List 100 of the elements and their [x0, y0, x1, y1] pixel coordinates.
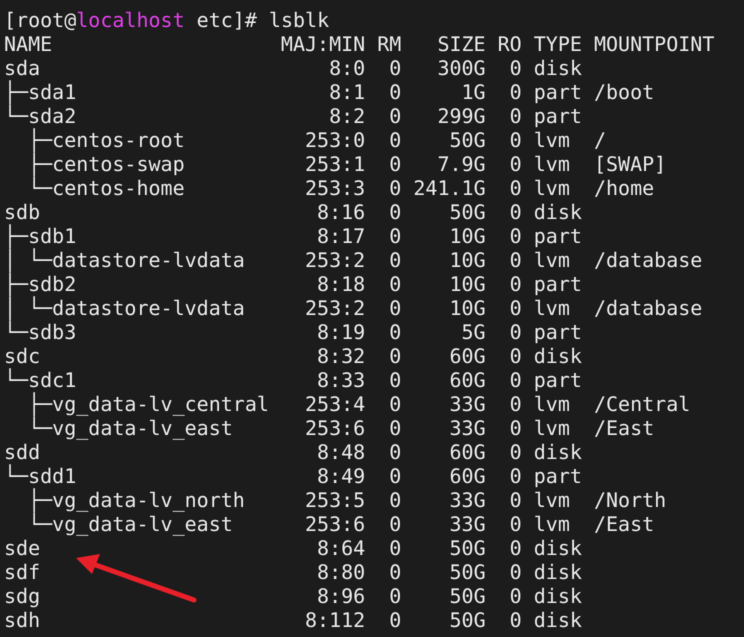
size-cell: 60G — [449, 464, 486, 488]
type-cell: disk — [534, 440, 582, 464]
maj-min-cell: 8:80 — [317, 560, 366, 584]
mountpoint-cell: /database — [594, 296, 702, 320]
size-cell: 299G — [437, 104, 486, 128]
ro-cell: 0 — [510, 152, 522, 176]
device-name-cell: sdc — [4, 344, 40, 368]
maj-min-cell: 8:48 — [317, 440, 366, 464]
device-name-cell: ├─sdb1 — [4, 224, 76, 248]
maj-min-cell: 253:0 — [305, 128, 366, 152]
device-name-cell-text: ├─vg_data-lv_central — [27, 392, 269, 416]
type-cell: lvm — [534, 248, 570, 272]
size-cell: 50G — [449, 608, 486, 632]
type-cell: disk — [534, 608, 582, 632]
maj-min-cell: 8:112 — [305, 608, 366, 632]
rm-cell: 0 — [389, 440, 402, 464]
size-cell: 10G — [449, 272, 486, 296]
size-cell: 7.9G — [437, 152, 486, 176]
rm-cell: 0 — [389, 584, 402, 608]
maj-min-cell: 8:1 — [329, 80, 366, 104]
type-cell: part — [534, 320, 582, 344]
device-name-cell: └─sdd1 — [4, 464, 76, 488]
maj-min-cell: 253:2 — [305, 296, 366, 320]
size-cell: 5G — [462, 320, 486, 344]
size-cell: 60G — [449, 368, 486, 392]
mountpoint-cell: /East — [594, 416, 654, 440]
maj-min-cell: 8:33 — [317, 368, 366, 392]
size-cell: 33G — [449, 488, 486, 512]
ro-cell: 0 — [510, 104, 522, 128]
type-cell: part — [534, 80, 582, 104]
type-cell: disk — [534, 536, 582, 560]
rm-cell: 0 — [389, 200, 402, 224]
size-cell: 10G — [449, 296, 486, 320]
device-name-cell: └─sda2 — [4, 104, 76, 128]
ro-cell: 0 — [510, 368, 522, 392]
maj-min-cell: 253:4 — [305, 392, 366, 416]
maj-min-cell: 253:6 — [305, 512, 366, 536]
ro-cell: 0 — [510, 80, 522, 104]
type-cell: part — [534, 464, 582, 488]
type-cell: disk — [534, 56, 582, 80]
type-cell: lvm — [534, 392, 570, 416]
device-name-cell-text: ├─centos-swap — [27, 152, 185, 176]
type-cell: part — [534, 224, 582, 248]
ro-cell: 0 — [510, 296, 522, 320]
ro-cell: 0 — [510, 536, 522, 560]
rm-cell: 0 — [389, 104, 402, 128]
size-cell: 10G — [449, 224, 486, 248]
rm-cell: 0 — [389, 392, 402, 416]
size-cell: 10G — [449, 248, 486, 272]
device-name-cell: sdb — [4, 200, 40, 224]
device-name-cell-text: └─vg_data-lv_east — [27, 512, 233, 536]
ro-cell: 0 — [510, 128, 522, 152]
ro-cell: 0 — [510, 512, 522, 536]
mountpoint-cell: /boot — [594, 80, 654, 104]
column-header: RM — [377, 32, 402, 56]
type-cell: lvm — [534, 296, 570, 320]
type-cell: lvm — [534, 128, 570, 152]
maj-min-cell: 8:19 — [317, 320, 366, 344]
maj-min-cell: 253:1 — [305, 152, 366, 176]
ro-cell: 0 — [510, 392, 522, 416]
type-cell: lvm — [534, 176, 570, 200]
device-name-cell: sdg — [4, 584, 40, 608]
maj-min-cell: 8:64 — [317, 536, 366, 560]
type-cell: lvm — [534, 416, 570, 440]
device-name-cell: ├─sda1 — [4, 80, 76, 104]
size-cell: 300G — [437, 56, 486, 80]
rm-cell: 0 — [389, 512, 402, 536]
mountpoint-cell: /East — [594, 512, 654, 536]
ro-cell: 0 — [510, 320, 522, 344]
ro-cell: 0 — [510, 440, 522, 464]
column-header: SIZE — [437, 32, 486, 56]
maj-min-cell: 8:32 — [317, 344, 366, 368]
maj-min-cell: 8:17 — [317, 224, 366, 248]
prompt: [root@localhost etc]# lsblk — [4, 8, 330, 32]
device-name-cell: │ └─datastore-lvdata — [4, 248, 245, 272]
maj-min-cell: 253:6 — [305, 416, 366, 440]
type-cell: disk — [534, 200, 582, 224]
size-cell: 60G — [449, 344, 486, 368]
rm-cell: 0 — [389, 416, 402, 440]
ro-cell: 0 — [510, 416, 522, 440]
column-header: TYPE — [534, 32, 582, 56]
device-name-cell: └─sdb3 — [4, 320, 76, 344]
rm-cell: 0 — [389, 344, 402, 368]
rm-cell: 0 — [389, 560, 402, 584]
maj-min-cell: 8:16 — [317, 200, 366, 224]
maj-min-cell: 8:0 — [329, 56, 366, 80]
mountpoint-cell: /North — [594, 488, 666, 512]
maj-min-cell: 253:5 — [305, 488, 366, 512]
rm-cell: 0 — [389, 224, 402, 248]
type-cell: disk — [534, 344, 582, 368]
device-name-cell: │ └─datastore-lvdata — [4, 296, 245, 320]
size-cell: 60G — [449, 440, 486, 464]
ro-cell: 0 — [510, 176, 522, 200]
device-name-cell: sdh — [4, 608, 40, 632]
size-cell: 50G — [449, 200, 486, 224]
type-cell: lvm — [534, 488, 570, 512]
device-name-cell: └─sdc1 — [4, 368, 76, 392]
device-name-cell-text: └─centos-home — [27, 176, 185, 200]
rm-cell: 0 — [389, 368, 402, 392]
ro-cell: 0 — [510, 608, 522, 632]
